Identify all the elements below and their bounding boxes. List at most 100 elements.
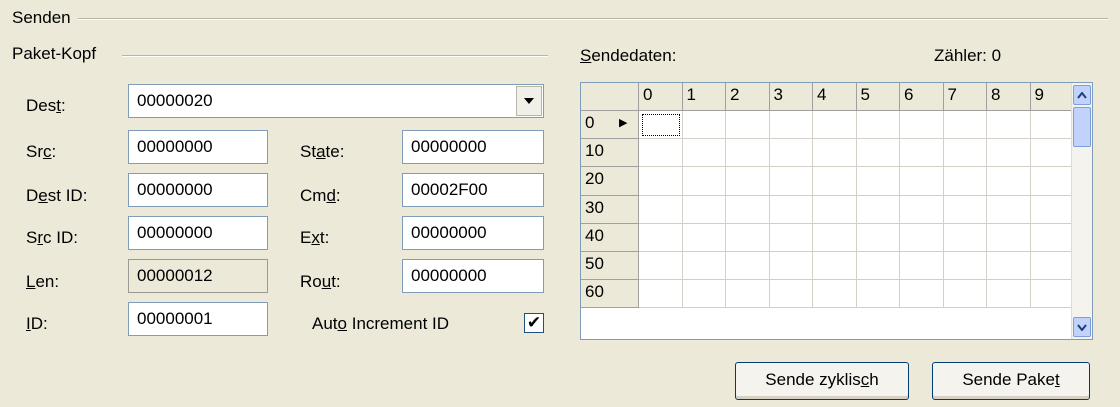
grid-cell[interactable] <box>856 195 900 224</box>
grid-cell[interactable] <box>900 111 944 140</box>
grid-cell[interactable] <box>1030 195 1074 224</box>
grid-column-header[interactable]: 5 <box>856 83 900 111</box>
grid-cell[interactable] <box>987 223 1031 252</box>
grid-column-header[interactable]: 6 <box>900 83 944 111</box>
grid-cell[interactable] <box>813 195 857 224</box>
grid-row-header[interactable]: 20 <box>581 167 639 196</box>
vertical-scrollbar[interactable] <box>1071 83 1092 339</box>
grid-cell[interactable] <box>856 280 900 309</box>
grid-column-header[interactable]: 7 <box>943 83 987 111</box>
grid-cell[interactable] <box>1030 252 1074 281</box>
grid-cell[interactable] <box>682 195 726 224</box>
grid-cell[interactable] <box>682 280 726 309</box>
grid-cell[interactable] <box>987 252 1031 281</box>
grid-cell[interactable] <box>943 167 987 196</box>
grid-row-header[interactable]: 30 <box>581 195 639 224</box>
grid-column-header[interactable]: 9 <box>1030 83 1074 111</box>
grid-cell[interactable] <box>856 223 900 252</box>
grid-cell[interactable] <box>900 139 944 168</box>
grid-cell[interactable] <box>726 223 770 252</box>
grid-cell[interactable] <box>682 111 726 140</box>
src-field[interactable]: 00000000 <box>128 130 268 164</box>
grid-cell[interactable] <box>682 139 726 168</box>
grid-cell[interactable] <box>1030 139 1074 168</box>
auto-increment-label[interactable]: Auto Increment ID <box>312 314 449 334</box>
grid-cell[interactable] <box>813 223 857 252</box>
grid-cell[interactable] <box>726 280 770 309</box>
grid-cell[interactable] <box>769 139 813 168</box>
grid-cell[interactable] <box>726 252 770 281</box>
grid-cell[interactable] <box>639 195 683 224</box>
grid-cell[interactable] <box>900 252 944 281</box>
grid-cell[interactable] <box>639 139 683 168</box>
auto-increment-checkbox[interactable]: ✔ <box>524 313 544 333</box>
grid-cell[interactable] <box>987 280 1031 309</box>
grid-cell[interactable] <box>900 195 944 224</box>
grid-cell[interactable] <box>856 139 900 168</box>
grid-cell[interactable] <box>726 111 770 140</box>
grid-cell[interactable] <box>900 280 944 309</box>
grid-row-header[interactable]: 60 <box>581 280 639 309</box>
grid-row-header[interactable]: 40 <box>581 223 639 252</box>
grid-cell[interactable] <box>943 223 987 252</box>
id-field[interactable]: 00000001 <box>128 302 268 336</box>
grid-cell[interactable] <box>769 280 813 309</box>
chevron-down-icon[interactable] <box>516 86 542 116</box>
src-id-field[interactable]: 00000000 <box>128 216 268 250</box>
grid-cell[interactable] <box>813 139 857 168</box>
grid-cell[interactable] <box>943 280 987 309</box>
grid-column-header[interactable]: 0 <box>639 83 683 111</box>
grid-cell[interactable] <box>813 252 857 281</box>
send-data-grid[interactable]: 0 1 2 3 4 5 6 7 8 9 0 ▶ 10 20 30 40 50 60 <box>580 82 1093 340</box>
grid-cell[interactable] <box>769 252 813 281</box>
grid-row-header[interactable]: 0 ▶ <box>581 111 639 140</box>
grid-cell[interactable] <box>682 252 726 281</box>
grid-cell[interactable] <box>987 167 1031 196</box>
grid-cell[interactable] <box>856 111 900 140</box>
grid-column-header[interactable]: 8 <box>987 83 1031 111</box>
cmd-field[interactable]: 00002F00 <box>402 173 544 207</box>
grid-cell[interactable] <box>1030 167 1074 196</box>
grid-cell[interactable] <box>943 252 987 281</box>
grid-cell[interactable] <box>682 167 726 196</box>
grid-cell[interactable] <box>813 280 857 309</box>
grid-cell[interactable] <box>769 167 813 196</box>
grid-cell[interactable] <box>813 111 857 140</box>
grid-cell[interactable] <box>1030 111 1074 140</box>
grid-cell[interactable] <box>726 167 770 196</box>
grid-cell[interactable] <box>943 139 987 168</box>
grid-cell[interactable] <box>682 223 726 252</box>
ext-field[interactable]: 00000000 <box>402 216 544 250</box>
grid-cell[interactable] <box>726 139 770 168</box>
grid-cell[interactable] <box>639 280 683 309</box>
rout-field[interactable]: 00000000 <box>402 259 544 293</box>
grid-row-header[interactable]: 10 <box>581 139 639 168</box>
grid-cell[interactable] <box>769 195 813 224</box>
grid-cell[interactable] <box>769 111 813 140</box>
grid-cell[interactable] <box>856 167 900 196</box>
scroll-down-icon[interactable] <box>1073 317 1091 337</box>
grid-cell[interactable] <box>639 111 683 140</box>
dest-combobox[interactable]: 00000020 <box>128 84 544 118</box>
dest-id-field[interactable]: 00000000 <box>128 173 268 207</box>
grid-cell[interactable] <box>1030 280 1074 309</box>
grid-column-header[interactable]: 3 <box>769 83 813 111</box>
grid-column-header[interactable]: 2 <box>726 83 770 111</box>
grid-cell[interactable] <box>900 223 944 252</box>
grid-cell[interactable] <box>639 252 683 281</box>
grid-cell[interactable] <box>900 167 944 196</box>
grid-cell[interactable] <box>856 252 900 281</box>
grid-cell[interactable] <box>987 139 1031 168</box>
scrollbar-thumb[interactable] <box>1073 107 1091 147</box>
grid-cell[interactable] <box>1030 223 1074 252</box>
grid-column-header[interactable]: 4 <box>813 83 857 111</box>
grid-cell[interactable] <box>639 223 683 252</box>
grid-cell[interactable] <box>769 223 813 252</box>
grid-column-header[interactable]: 1 <box>682 83 726 111</box>
send-cyclic-button[interactable]: Sende zyklisch <box>735 362 909 400</box>
send-packet-button[interactable]: Sende Paket <box>932 362 1090 400</box>
grid-cell[interactable] <box>639 167 683 196</box>
grid-cell[interactable] <box>813 167 857 196</box>
grid-cell[interactable] <box>987 111 1031 140</box>
grid-cell[interactable] <box>943 111 987 140</box>
